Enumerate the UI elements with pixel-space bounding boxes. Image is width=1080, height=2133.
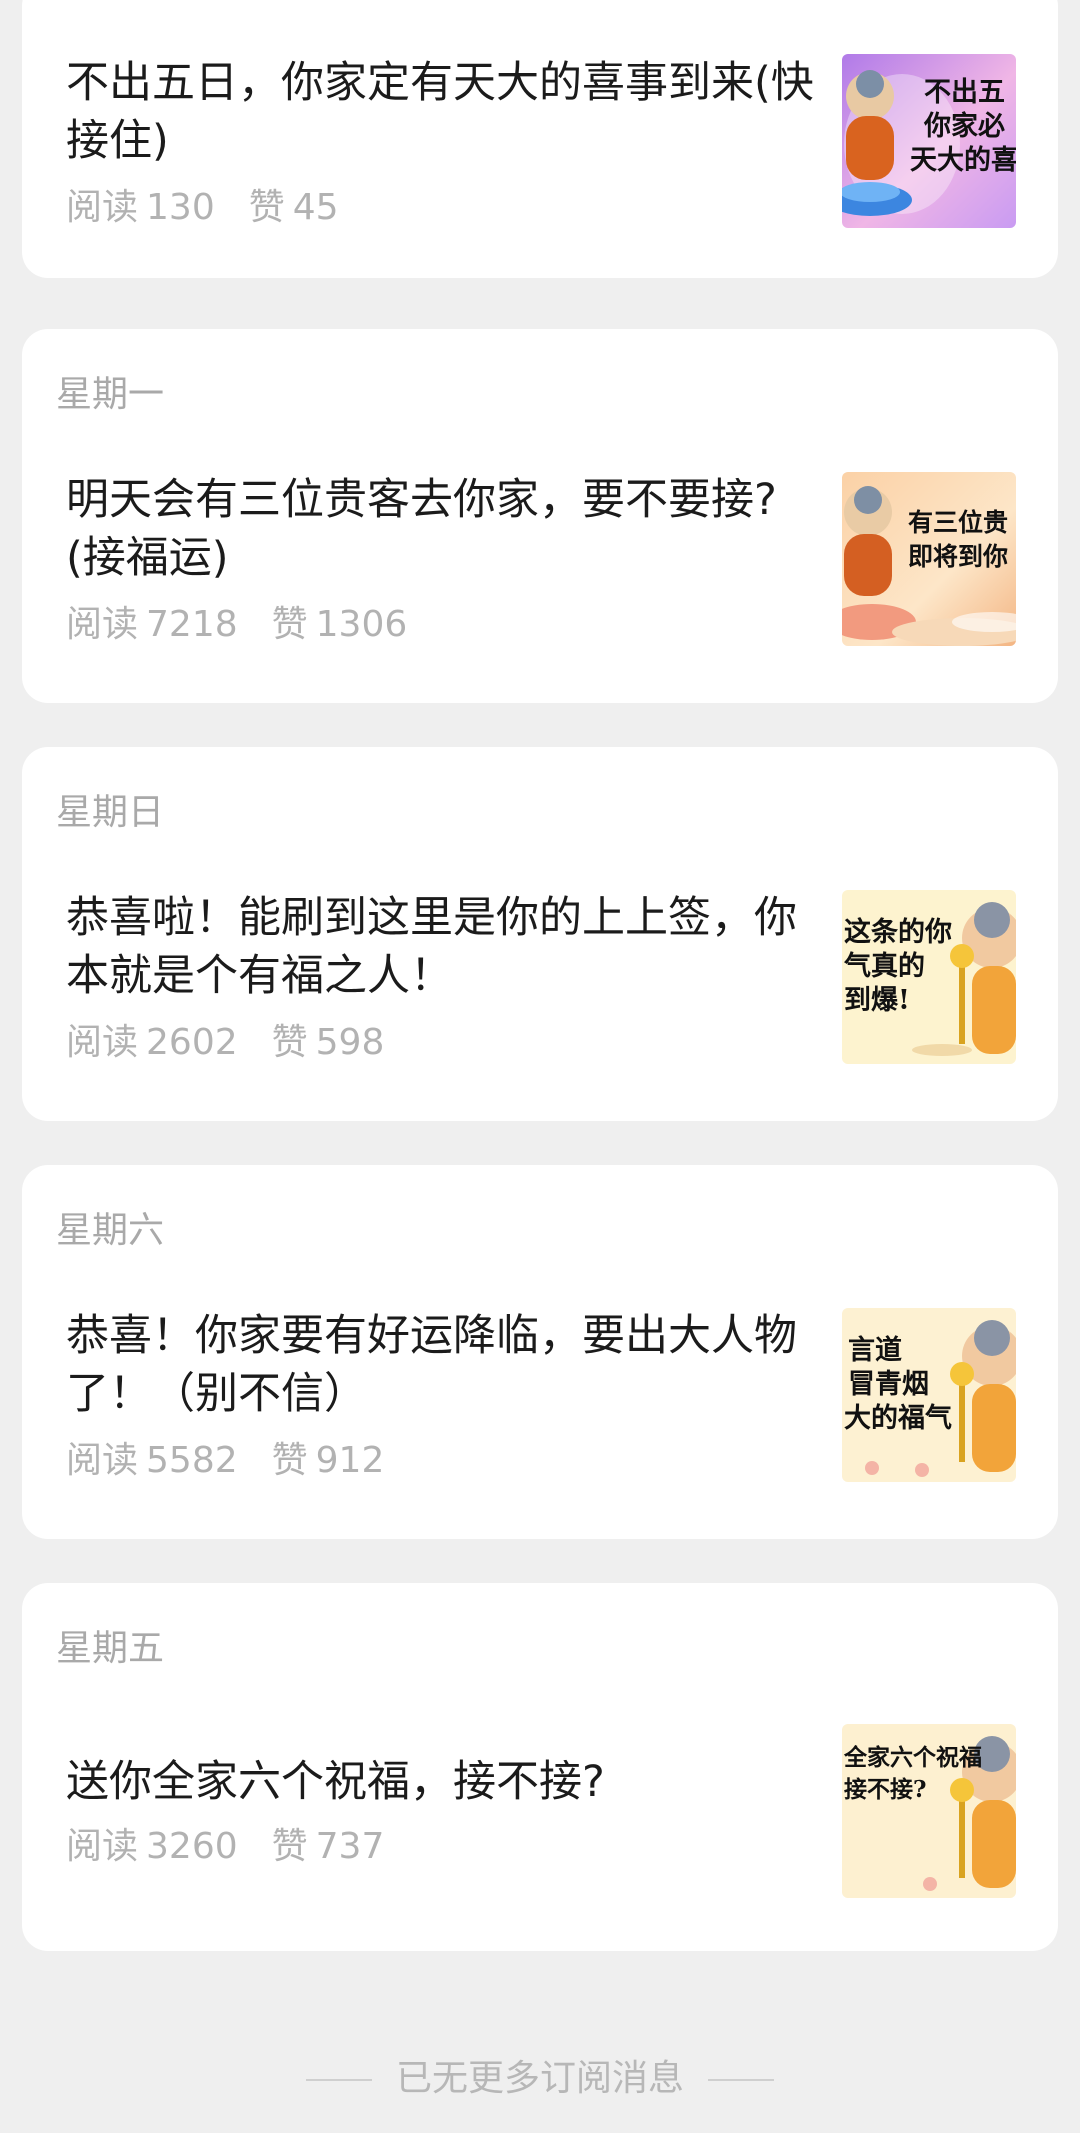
like-count: 912 [315,1440,385,1481]
day-label: 星期一 [56,374,165,415]
like-label: 赞 [271,1826,308,1867]
buddha-scepter-image[interactable]: 这条的你 气真的 到爆! [842,890,1016,1064]
divider [305,2079,372,2081]
read-label: 阅读 [66,1440,139,1481]
thumb-caption: 不出五 你家必 天大的喜 [910,77,1016,176]
article-card[interactable]: 星期一 明天会有三位贵客去你家，要不要接?(接福运) 阅读 7218 赞 1306 有… [22,329,1058,703]
footer-text: 已无更多订阅消息 [395,2058,684,2099]
read-count: 130 [146,187,215,228]
article-stats: 阅读 130 赞 45 [66,186,347,230]
like-label: 赞 [271,1440,308,1481]
article-stats: 阅读 7218 赞 1306 [66,603,415,647]
article-card[interactable]: 星期六 恭喜！你家要有好运降临，要出大人物了！（别不信） 阅读 5582 赞 912 … [22,1165,1058,1539]
day-label: 星期五 [56,1628,165,1669]
thumb-caption: 有三位贵 即将到你 [908,508,1009,571]
article-card[interactable]: 星期日 恭喜啦！能刷到这里是你的上上签，你本就是个有福之人！ 阅读 2602 赞 59… [22,747,1058,1121]
no-more-footer: 已无更多订阅消息 [0,2054,1080,2104]
read-count: 2602 [146,1022,238,1063]
like-label: 赞 [248,187,285,228]
like-count: 598 [315,1022,385,1063]
article-stats: 阅读 2602 赞 598 [66,1021,392,1065]
thumb-caption: 言道 冒青烟 大的福气 [844,1335,952,1434]
read-count: 7218 [146,604,238,645]
article-title[interactable]: 恭喜啦！能刷到这里是你的上上签，你本就是个有福之人！ [66,889,836,1005]
read-label: 阅读 [66,604,139,645]
buddha-scepter-image[interactable]: 言道 冒青烟 大的福气 [842,1308,1016,1482]
article-card[interactable]: 星期五 送你全家六个祝福，接不接? 阅读 3260 赞 737 全家六个祝福 接不接? [22,1583,1058,1951]
like-count: 45 [292,187,339,228]
buddha-cloud-image[interactable]: 有三位贵 即将到你 [842,472,1016,646]
article-title[interactable]: 送你全家六个祝福，接不接? [66,1753,836,1811]
article-title[interactable]: 明天会有三位贵客去你家，要不要接?(接福运) [66,471,836,587]
thumb-caption: 这条的你 气真的 到爆! [844,917,952,1016]
article-title[interactable]: 恭喜！你家要有好运降临，要出大人物了！（别不信） [66,1307,836,1423]
divider [708,2079,774,2081]
article-title[interactable]: 不出五日，你家定有天大的喜事到来(快接住) [66,54,836,170]
read-count: 3260 [146,1826,238,1867]
day-label: 星期日 [56,792,165,833]
like-label: 赞 [271,604,308,645]
article-card[interactable]: 不出五日，你家定有天大的喜事到来(快接住) 阅读 130 赞 45 不出五 你家必 天 [22,0,1058,278]
thumb-caption: 全家六个祝福 接不接? [844,1744,982,1803]
day-label: 星期六 [56,1210,165,1251]
read-label: 阅读 [66,187,139,228]
buddha-scepter-image[interactable]: 全家六个祝福 接不接? [842,1724,1016,1898]
like-count: 1306 [315,604,408,645]
read-label: 阅读 [66,1022,139,1063]
like-count: 737 [315,1826,385,1867]
article-stats: 阅读 5582 赞 912 [66,1439,392,1483]
like-label: 赞 [271,1022,308,1063]
article-stats: 阅读 3260 赞 737 [66,1825,392,1869]
read-count: 5582 [146,1440,238,1481]
read-label: 阅读 [66,1826,139,1867]
buddha-lotus-image[interactable]: 不出五 你家必 天大的喜 [842,54,1016,228]
